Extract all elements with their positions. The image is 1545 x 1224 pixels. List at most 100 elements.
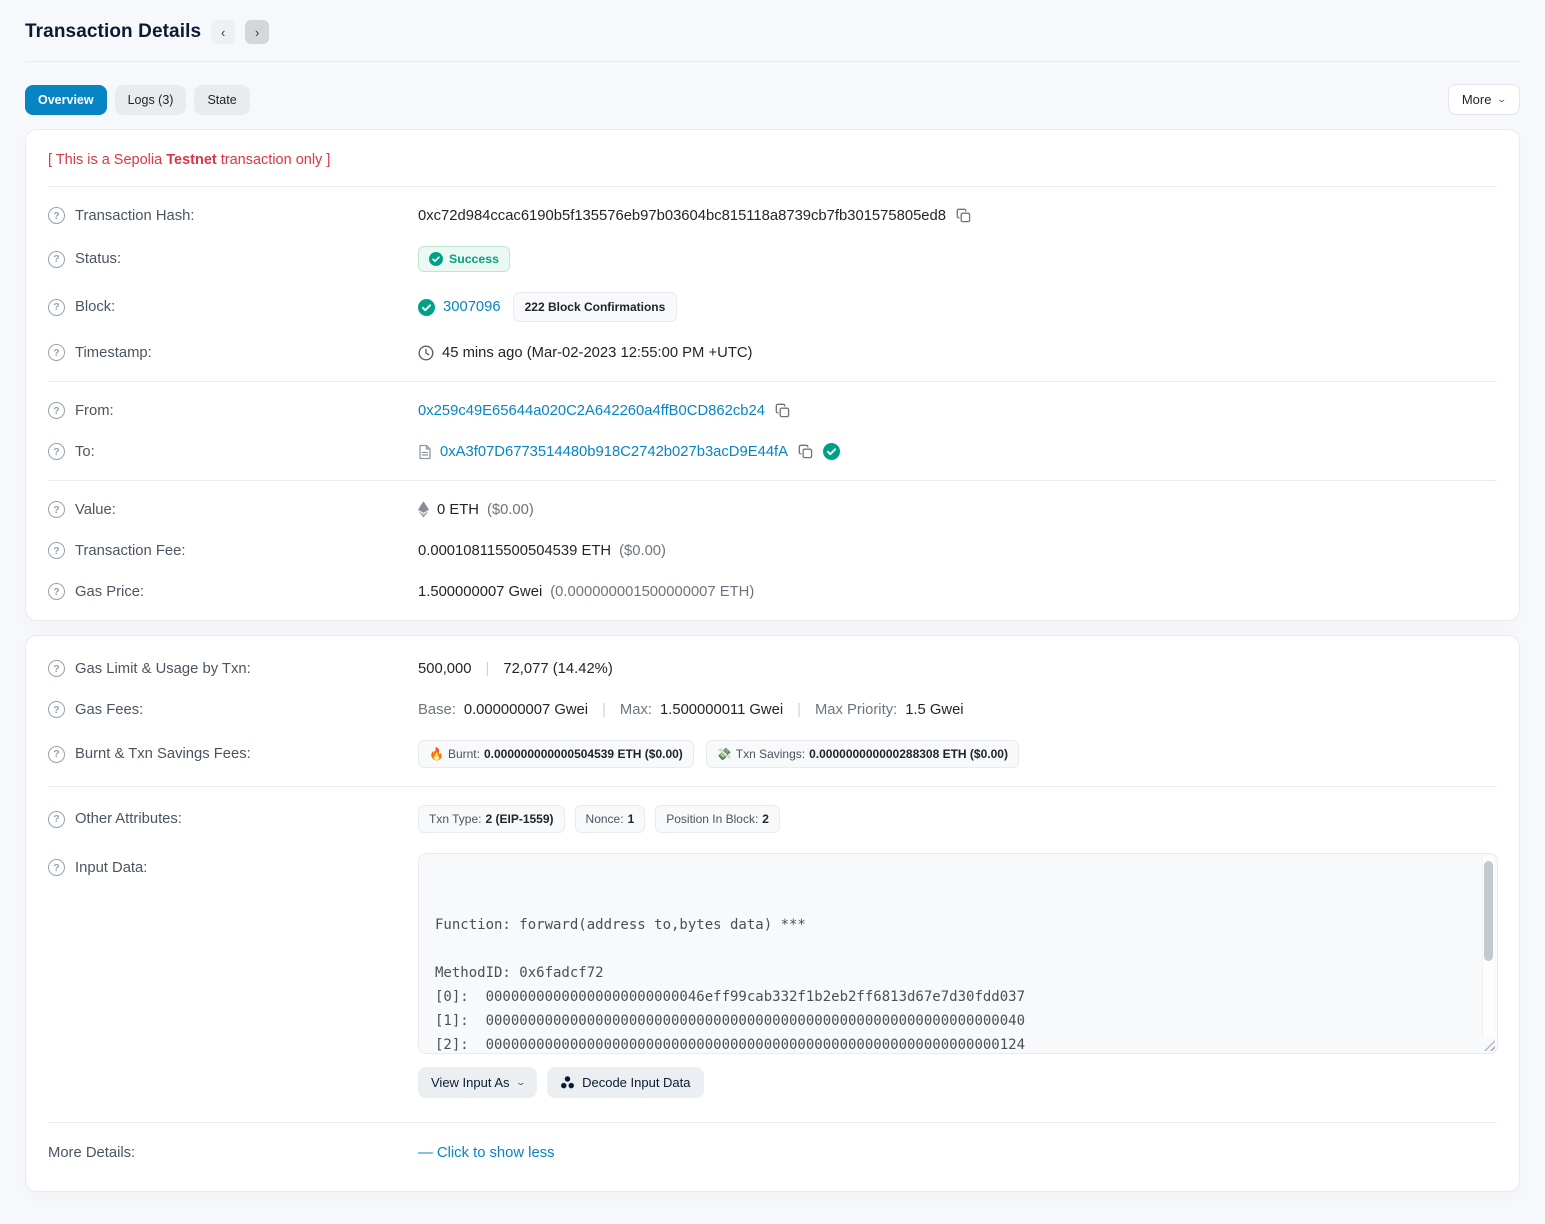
view-input-as-button[interactable]: View Input As ⌄	[418, 1067, 537, 1098]
scrollbar-thumb[interactable]	[1484, 861, 1493, 961]
burnt-badge-label: Burnt:	[448, 747, 480, 761]
gas-price-row: ? Gas Price: 1.500000007 Gwei (0.0000000…	[48, 571, 1497, 612]
page-header: Transaction Details ‹ ›	[25, 0, 1520, 44]
gas-price-eth: (0.000000001500000007 ETH)	[550, 584, 754, 600]
previous-transaction-button[interactable]: ‹	[211, 20, 235, 44]
transaction-details-page: Transaction Details ‹ › Overview Logs (3…	[0, 0, 1545, 1192]
more-dropdown-label: More	[1462, 92, 1492, 107]
value-usd: ($0.00)	[487, 502, 534, 518]
gas-fees-row: ? Gas Fees: Base: 0.000000007 Gwei | Max…	[48, 689, 1497, 730]
gas-fees-label: Gas Fees:	[75, 702, 143, 718]
help-icon[interactable]: ?	[48, 811, 65, 828]
to-address-link[interactable]: 0xA3f07D6773514480b918C2742b027b3acD9E44…	[440, 444, 788, 460]
gas-price-amount: 1.500000007 Gwei	[418, 584, 542, 600]
help-icon[interactable]: ?	[48, 501, 65, 518]
divider	[48, 480, 1497, 481]
max-priority-fee-value: 1.5 Gwei	[905, 702, 963, 718]
to-row: ? To: 0xA3f07D6773514480b918C2742b027b3a…	[48, 431, 1497, 472]
help-icon[interactable]: ?	[48, 542, 65, 559]
help-icon[interactable]: ?	[48, 746, 65, 763]
from-address-link[interactable]: 0x259c49E65644a020C2A642260a4ffB0CD862cb…	[418, 403, 765, 419]
copy-icon[interactable]	[796, 442, 815, 461]
value-label-group: ? Value:	[48, 501, 418, 518]
input-data-lines: Function: forward(address to,bytes data)…	[435, 913, 1481, 1054]
tab-logs[interactable]: Logs (3)	[115, 85, 187, 115]
resize-handle-icon[interactable]	[1484, 1040, 1495, 1051]
chevron-left-icon: ‹	[221, 26, 225, 39]
gas-limit-value: 500,000	[418, 661, 472, 677]
txn-savings-badge-label: Txn Savings:	[736, 747, 805, 761]
more-details-row: More Details: — Click to show less	[48, 1131, 1497, 1177]
other-attributes-row: ? Other Attributes: Txn Type: 2 (EIP-155…	[48, 795, 1497, 843]
status-badge-label: Success	[449, 252, 499, 266]
money-wings-icon: 💸	[717, 747, 732, 761]
decode-input-data-button[interactable]: Decode Input Data	[547, 1067, 703, 1098]
decode-cubes-icon	[560, 1075, 575, 1090]
help-icon[interactable]: ?	[48, 251, 65, 268]
help-icon[interactable]: ?	[48, 660, 65, 677]
block-number-link[interactable]: 3007096	[443, 299, 501, 315]
tab-state[interactable]: State	[194, 85, 249, 115]
help-icon[interactable]: ?	[48, 701, 65, 718]
attribute-badge: Txn Type: 2 (EIP-1559)	[418, 805, 565, 833]
more-details-label-group: More Details:	[48, 1145, 418, 1161]
base-fee-label: Base:	[418, 702, 456, 718]
input-data-row: ? Input Data: Function: forward(address …	[48, 843, 1497, 1108]
code-line: Function: forward(address to,bytes data)…	[435, 913, 1481, 937]
status-label-group: ? Status:	[48, 251, 418, 268]
testnet-notice: [ This is a Sepolia Testnet transaction …	[48, 138, 1497, 178]
value-label: Value:	[75, 502, 116, 518]
transaction-fee-usd: ($0.00)	[619, 543, 666, 559]
divider	[48, 1122, 1497, 1123]
attribute-badge-value: 2 (EIP-1559)	[485, 812, 553, 826]
chevron-down-icon: ⌄	[1497, 94, 1508, 105]
code-line: [2]: 00000000000000000000000000000000000…	[435, 1033, 1481, 1054]
scrollbar-track[interactable]	[1482, 856, 1495, 1037]
status-row: ? Status: Success	[48, 236, 1497, 282]
help-icon[interactable]: ?	[48, 344, 65, 361]
divider	[48, 186, 1497, 187]
ethereum-icon	[418, 501, 429, 518]
testnet-notice-bold: Testnet	[166, 152, 217, 168]
next-transaction-button[interactable]: ›	[245, 20, 269, 44]
chevron-right-icon: ›	[255, 26, 259, 39]
timestamp-value: 45 mins ago (Mar-02-2023 12:55:00 PM +UT…	[442, 345, 752, 361]
timestamp-row: ? Timestamp: 45 mins ago (Mar-02-2023 12…	[48, 332, 1497, 373]
verified-check-circle-icon	[823, 443, 840, 460]
help-icon[interactable]: ?	[48, 583, 65, 600]
tab-bar: Overview Logs (3) State	[25, 85, 250, 115]
view-input-as-label: View Input As	[431, 1075, 510, 1090]
check-circle-icon	[418, 299, 435, 316]
gas-price-label-group: ? Gas Price:	[48, 583, 418, 600]
transaction-hash-label: Transaction Hash:	[75, 208, 195, 224]
to-label: To:	[75, 444, 95, 460]
copy-icon[interactable]	[773, 401, 792, 420]
decode-input-data-label: Decode Input Data	[582, 1075, 690, 1090]
timestamp-label: Timestamp:	[75, 345, 152, 361]
overview-card: [ This is a Sepolia Testnet transaction …	[25, 129, 1520, 621]
block-row: ? Block: 3007096 222 Block Confirmations	[48, 282, 1497, 332]
click-to-show-less-link[interactable]: — Click to show less	[418, 1145, 555, 1161]
max-priority-fee-label: Max Priority:	[815, 702, 897, 718]
help-icon[interactable]: ?	[48, 299, 65, 316]
txn-savings-badge: 💸 Txn Savings: 0.000000000000288308 ETH …	[706, 740, 1019, 768]
tab-overview[interactable]: Overview	[25, 85, 107, 115]
details-card: ? Gas Limit & Usage by Txn: 500,000 | 72…	[25, 635, 1520, 1192]
help-icon[interactable]: ?	[48, 402, 65, 419]
help-icon[interactable]: ?	[48, 207, 65, 224]
block-label: Block:	[75, 299, 115, 315]
copy-icon[interactable]	[954, 206, 973, 225]
help-icon[interactable]: ?	[48, 859, 65, 876]
input-data-textarea[interactable]: Function: forward(address to,bytes data)…	[418, 853, 1498, 1054]
attribute-badge-name: Txn Type:	[429, 812, 481, 826]
transaction-fee-label: Transaction Fee:	[75, 543, 185, 559]
attribute-badge-name: Position In Block:	[666, 812, 758, 826]
gas-limit-label-group: ? Gas Limit & Usage by Txn:	[48, 660, 418, 677]
more-dropdown-button[interactable]: More ⌄	[1448, 84, 1520, 115]
transaction-fee-row: ? Transaction Fee: 0.000108115500504539 …	[48, 530, 1497, 571]
from-label: From:	[75, 403, 114, 419]
testnet-notice-prefix: [ This is a Sepolia	[48, 152, 166, 168]
help-icon[interactable]: ?	[48, 443, 65, 460]
clock-icon	[418, 345, 434, 361]
attribute-badge: Nonce: 1	[575, 805, 646, 833]
